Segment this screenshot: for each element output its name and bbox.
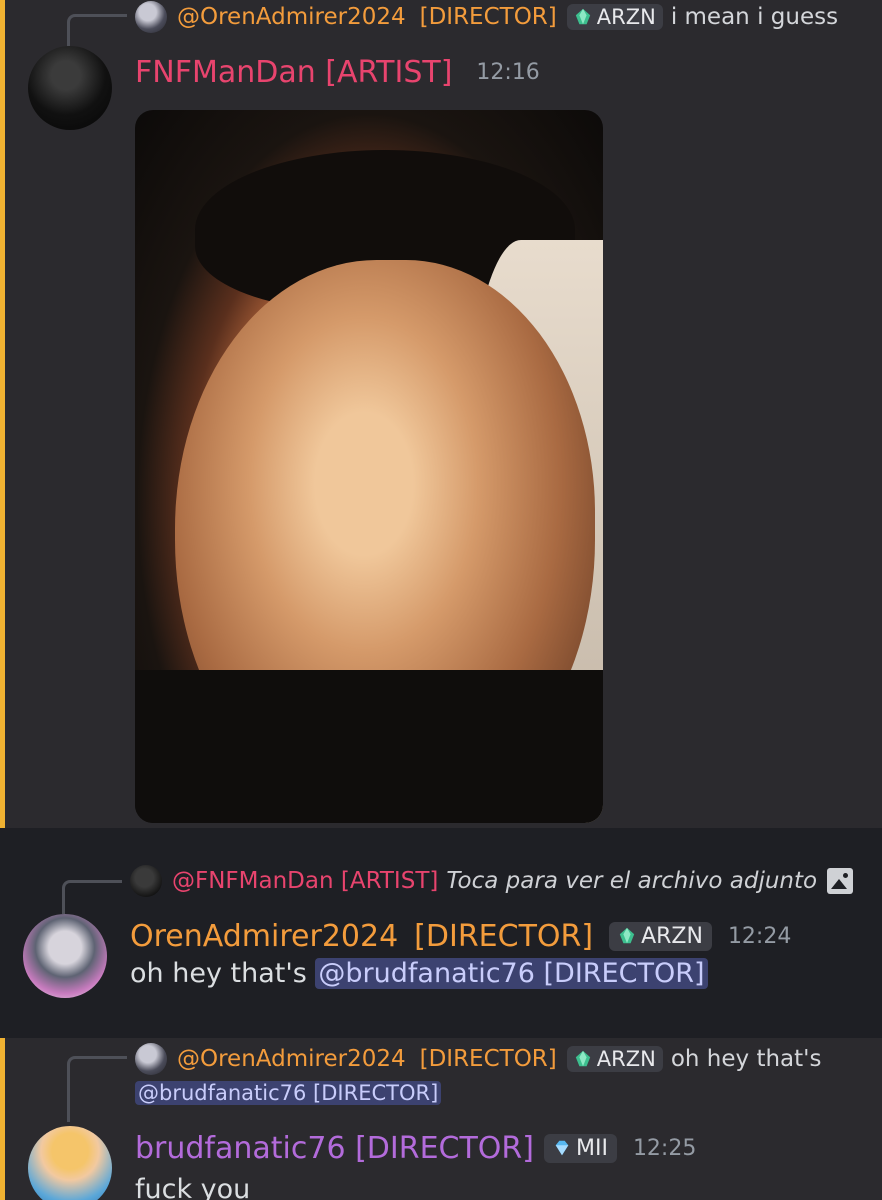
role-badge-label: MII (575, 1135, 608, 1161)
gem-icon (619, 927, 635, 944)
message-body: fuck you (135, 1174, 251, 1200)
message-text: fuck you (135, 1174, 250, 1200)
reply-author[interactable]: @OrenAdmirer2024 (177, 4, 406, 30)
image-icon (827, 868, 854, 894)
reply-connector (62, 880, 122, 914)
image-attachment[interactable] (135, 110, 603, 823)
timestamp: 12:24 (727, 923, 792, 949)
message-header: brudfanatic76 [DIRECTOR] MII 12:25 (135, 1128, 696, 1168)
photo-suit (135, 670, 603, 823)
message-text: oh hey that's @brudfanatic76 [DIRECTOR] (130, 958, 708, 989)
reply-avatar (135, 1, 167, 33)
gem-icon (575, 1050, 590, 1067)
reply-preview[interactable]: @OrenAdmirer2024 [DIRECTOR] ARZN oh hey … (135, 1042, 821, 1076)
role-badge-label: ARZN (596, 1047, 656, 1071)
role-badge: ARZN (566, 1046, 663, 1072)
username-role: [DIRECTOR] (414, 918, 594, 954)
reply-connector (67, 14, 127, 46)
reply-preview[interactable]: @OrenAdmirer2024 [DIRECTOR] ARZN i mean … (135, 0, 838, 34)
role-badge: MII (543, 1133, 617, 1163)
gem-icon (575, 8, 590, 25)
reply-avatar (135, 1043, 167, 1075)
message-body: oh hey that's (130, 958, 307, 989)
reply-avatar (130, 865, 162, 897)
reply-mention[interactable]: @brudfanatic76 [DIRECTOR] (135, 1081, 442, 1105)
user-mention[interactable]: @brudfanatic76 [DIRECTOR] (315, 958, 708, 989)
message-header: FNFManDan [ARTIST] 12:16 (135, 52, 540, 92)
message-fnfmandan[interactable]: @OrenAdmirer2024 [DIRECTOR] ARZN i mean … (0, 0, 882, 828)
timestamp: 12:16 (476, 59, 540, 85)
role-badge: ARZN (566, 4, 663, 30)
avatar[interactable] (23, 914, 107, 998)
username[interactable]: OrenAdmirer2024 (130, 919, 398, 954)
reply-author-role: [DIRECTOR] (419, 4, 557, 30)
username[interactable]: brudfanatic76 [DIRECTOR] (135, 1131, 534, 1166)
message-header: OrenAdmirer2024 [DIRECTOR] ARZN 12:24 (130, 916, 791, 956)
reply-connector (67, 1056, 127, 1122)
role-badge: ARZN (609, 921, 712, 951)
reply-preview[interactable]: @FNFManDan [ARTIST] Toca para ver el arc… (130, 864, 854, 898)
avatar[interactable] (28, 1126, 112, 1200)
avatar[interactable] (28, 46, 112, 130)
role-badge-label: ARZN (641, 923, 703, 949)
role-badge-label: ARZN (596, 5, 656, 29)
reply-author-role: [DIRECTOR] (419, 1046, 557, 1072)
reply-snippet: Toca para ver el archivo adjunto (446, 868, 818, 894)
message-brudfanatic[interactable]: @OrenAdmirer2024 [DIRECTOR] ARZN oh hey … (0, 1038, 882, 1200)
timestamp: 12:25 (632, 1135, 697, 1161)
reply-snippet: i mean i guess (670, 4, 839, 30)
reply-preview-cont[interactable]: @brudfanatic76 [DIRECTOR] (135, 1078, 442, 1108)
username[interactable]: FNFManDan [ARTIST] (135, 55, 452, 90)
reply-author[interactable]: @FNFManDan [ARTIST] (172, 868, 438, 894)
diamond-icon (555, 1140, 569, 1156)
message-orenadmirer[interactable]: @FNFManDan [ARTIST] Toca para ver el arc… (0, 828, 882, 1038)
reply-snippet: oh hey that's (670, 1046, 822, 1072)
reply-author[interactable]: @OrenAdmirer2024 (177, 1046, 406, 1072)
